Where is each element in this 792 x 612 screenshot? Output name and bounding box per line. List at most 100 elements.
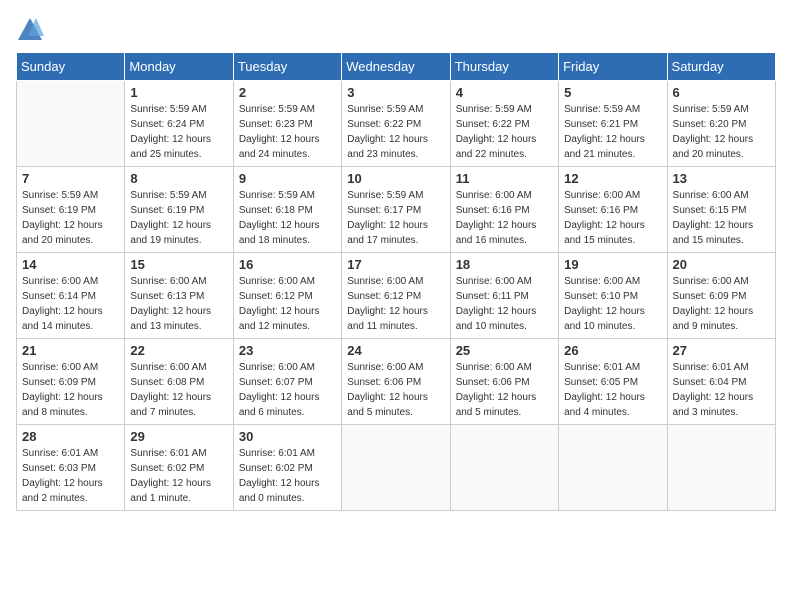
calendar-table: SundayMondayTuesdayWednesdayThursdayFrid… [16, 52, 776, 511]
calendar-cell: 19Sunrise: 6:00 AM Sunset: 6:10 PM Dayli… [559, 253, 667, 339]
weekday-header-tuesday: Tuesday [233, 53, 341, 81]
weekday-header-friday: Friday [559, 53, 667, 81]
calendar-body: 1 Sunrise: 5:59 AM Sunset: 6:24 PM Daylig… [17, 81, 776, 511]
day-number: 1 [130, 85, 227, 100]
calendar-cell: 13Sunrise: 6:00 AM Sunset: 6:15 PM Dayli… [667, 167, 775, 253]
day-number: 6 [673, 85, 770, 100]
day-info: Sunrise: 6:01 AM Sunset: 6:04 PM Dayligh… [673, 360, 770, 420]
day-number: 5 [564, 85, 661, 100]
weekday-header-monday: Monday [125, 53, 233, 81]
day-number: 23 [239, 343, 336, 358]
day-info: Sunrise: 6:00 AM Sunset: 6:16 PM Dayligh… [456, 188, 553, 248]
day-number: 19 [564, 257, 661, 272]
header [16, 16, 776, 44]
calendar-week-3: 14 Sunrise: 6:00 AM Sunset: 6:14 PM Dayli… [17, 253, 776, 339]
day-info: Sunrise: 6:00 AM Sunset: 6:13 PM Dayligh… [130, 274, 227, 334]
calendar-week-1: 1 Sunrise: 5:59 AM Sunset: 6:24 PM Daylig… [17, 81, 776, 167]
day-info: Sunrise: 5:59 AM Sunset: 6:23 PM Dayligh… [239, 102, 336, 162]
day-number: 11 [456, 171, 553, 186]
calendar-header: SundayMondayTuesdayWednesdayThursdayFrid… [17, 53, 776, 81]
day-info: Sunrise: 6:00 AM Sunset: 6:12 PM Dayligh… [239, 274, 336, 334]
calendar-cell [559, 425, 667, 511]
day-info: Sunrise: 6:00 AM Sunset: 6:14 PM Dayligh… [22, 274, 119, 334]
weekday-header-sunday: Sunday [17, 53, 125, 81]
calendar-week-5: 28 Sunrise: 6:01 AM Sunset: 6:03 PM Dayli… [17, 425, 776, 511]
day-info: Sunrise: 5:59 AM Sunset: 6:19 PM Dayligh… [22, 188, 119, 248]
day-info: Sunrise: 6:00 AM Sunset: 6:09 PM Dayligh… [22, 360, 119, 420]
day-info: Sunrise: 6:00 AM Sunset: 6:06 PM Dayligh… [347, 360, 444, 420]
day-info: Sunrise: 6:00 AM Sunset: 6:16 PM Dayligh… [564, 188, 661, 248]
day-number: 30 [239, 429, 336, 444]
calendar-cell: 28 Sunrise: 6:01 AM Sunset: 6:03 PM Dayli… [17, 425, 125, 511]
day-info: Sunrise: 5:59 AM Sunset: 6:21 PM Dayligh… [564, 102, 661, 162]
day-info: Sunrise: 6:00 AM Sunset: 6:06 PM Dayligh… [456, 360, 553, 420]
calendar-cell: 2 Sunrise: 5:59 AM Sunset: 6:23 PM Daylig… [233, 81, 341, 167]
calendar-cell: 6Sunrise: 5:59 AM Sunset: 6:20 PM Daylig… [667, 81, 775, 167]
day-info: Sunrise: 5:59 AM Sunset: 6:24 PM Dayligh… [130, 102, 227, 162]
calendar-cell: 23 Sunrise: 6:00 AM Sunset: 6:07 PM Dayli… [233, 339, 341, 425]
calendar-cell: 4Sunrise: 5:59 AM Sunset: 6:22 PM Daylig… [450, 81, 558, 167]
day-info: Sunrise: 5:59 AM Sunset: 6:17 PM Dayligh… [347, 188, 444, 248]
day-number: 26 [564, 343, 661, 358]
calendar-cell [342, 425, 450, 511]
calendar-cell: 17Sunrise: 6:00 AM Sunset: 6:12 PM Dayli… [342, 253, 450, 339]
calendar-cell: 12 Sunrise: 6:00 AM Sunset: 6:16 PM Dayli… [559, 167, 667, 253]
calendar-week-4: 21 Sunrise: 6:00 AM Sunset: 6:09 PM Dayli… [17, 339, 776, 425]
calendar-cell: 25 Sunrise: 6:00 AM Sunset: 6:06 PM Dayli… [450, 339, 558, 425]
day-number: 12 [564, 171, 661, 186]
calendar-cell: 24 Sunrise: 6:00 AM Sunset: 6:06 PM Dayli… [342, 339, 450, 425]
day-number: 28 [22, 429, 119, 444]
day-info: Sunrise: 6:00 AM Sunset: 6:08 PM Dayligh… [130, 360, 227, 420]
calendar-cell [17, 81, 125, 167]
day-number: 27 [673, 343, 770, 358]
day-number: 20 [673, 257, 770, 272]
day-info: Sunrise: 6:00 AM Sunset: 6:09 PM Dayligh… [673, 274, 770, 334]
calendar-cell: 26 Sunrise: 6:01 AM Sunset: 6:05 PM Dayli… [559, 339, 667, 425]
day-number: 14 [22, 257, 119, 272]
day-number: 7 [22, 171, 119, 186]
day-number: 10 [347, 171, 444, 186]
calendar-cell: 30 Sunrise: 6:01 AM Sunset: 6:02 PM Dayli… [233, 425, 341, 511]
day-number: 24 [347, 343, 444, 358]
day-info: Sunrise: 6:00 AM Sunset: 6:11 PM Dayligh… [456, 274, 553, 334]
calendar-cell: 9Sunrise: 5:59 AM Sunset: 6:18 PM Daylig… [233, 167, 341, 253]
calendar-cell: 8 Sunrise: 5:59 AM Sunset: 6:19 PM Daylig… [125, 167, 233, 253]
weekday-row: SundayMondayTuesdayWednesdayThursdayFrid… [17, 53, 776, 81]
day-info: Sunrise: 6:01 AM Sunset: 6:03 PM Dayligh… [22, 446, 119, 506]
calendar-cell: 22 Sunrise: 6:00 AM Sunset: 6:08 PM Dayli… [125, 339, 233, 425]
day-info: Sunrise: 5:59 AM Sunset: 6:19 PM Dayligh… [130, 188, 227, 248]
calendar-cell: 18 Sunrise: 6:00 AM Sunset: 6:11 PM Dayli… [450, 253, 558, 339]
calendar-cell: 5 Sunrise: 5:59 AM Sunset: 6:21 PM Daylig… [559, 81, 667, 167]
day-info: Sunrise: 6:01 AM Sunset: 6:02 PM Dayligh… [239, 446, 336, 506]
day-number: 8 [130, 171, 227, 186]
calendar-cell: 10 Sunrise: 5:59 AM Sunset: 6:17 PM Dayli… [342, 167, 450, 253]
calendar-cell: 1 Sunrise: 5:59 AM Sunset: 6:24 PM Daylig… [125, 81, 233, 167]
logo-icon [16, 16, 44, 44]
day-number: 17 [347, 257, 444, 272]
logo [16, 16, 48, 44]
calendar-cell: 7 Sunrise: 5:59 AM Sunset: 6:19 PM Daylig… [17, 167, 125, 253]
day-info: Sunrise: 6:01 AM Sunset: 6:02 PM Dayligh… [130, 446, 227, 506]
day-number: 25 [456, 343, 553, 358]
day-info: Sunrise: 5:59 AM Sunset: 6:22 PM Dayligh… [456, 102, 553, 162]
day-number: 16 [239, 257, 336, 272]
calendar-cell: 16 Sunrise: 6:00 AM Sunset: 6:12 PM Dayli… [233, 253, 341, 339]
day-info: Sunrise: 5:59 AM Sunset: 6:22 PM Dayligh… [347, 102, 444, 162]
calendar-cell: 29Sunrise: 6:01 AM Sunset: 6:02 PM Dayli… [125, 425, 233, 511]
day-number: 21 [22, 343, 119, 358]
calendar-cell: 11 Sunrise: 6:00 AM Sunset: 6:16 PM Dayli… [450, 167, 558, 253]
weekday-header-saturday: Saturday [667, 53, 775, 81]
day-number: 3 [347, 85, 444, 100]
calendar-cell: 14 Sunrise: 6:00 AM Sunset: 6:14 PM Dayli… [17, 253, 125, 339]
calendar-cell: 15Sunrise: 6:00 AM Sunset: 6:13 PM Dayli… [125, 253, 233, 339]
weekday-header-wednesday: Wednesday [342, 53, 450, 81]
day-info: Sunrise: 6:00 AM Sunset: 6:07 PM Dayligh… [239, 360, 336, 420]
day-number: 18 [456, 257, 553, 272]
day-info: Sunrise: 6:01 AM Sunset: 6:05 PM Dayligh… [564, 360, 661, 420]
day-number: 2 [239, 85, 336, 100]
calendar-cell: 20 Sunrise: 6:00 AM Sunset: 6:09 PM Dayli… [667, 253, 775, 339]
calendar-cell [450, 425, 558, 511]
day-info: Sunrise: 6:00 AM Sunset: 6:15 PM Dayligh… [673, 188, 770, 248]
calendar-cell [667, 425, 775, 511]
day-number: 22 [130, 343, 227, 358]
